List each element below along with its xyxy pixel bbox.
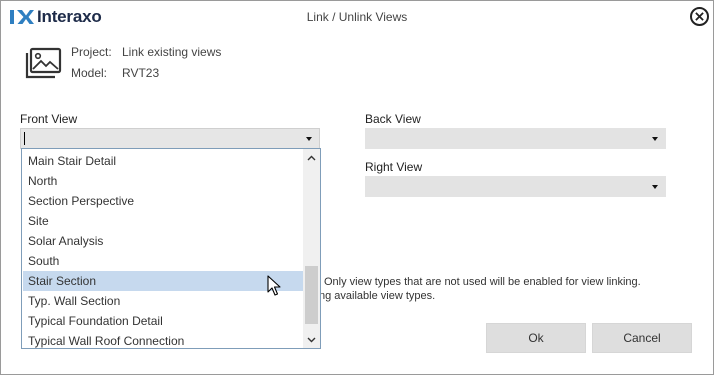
- ok-button[interactable]: Ok: [486, 323, 586, 353]
- dropdown-arrow-icon[interactable]: [306, 137, 312, 141]
- dialog-title: Link / Unlink Views: [306, 10, 408, 24]
- list-item-selected[interactable]: Stair Section: [23, 271, 303, 291]
- scroll-down-button[interactable]: [303, 331, 320, 348]
- right-view-label: Right View: [365, 160, 423, 174]
- link-unlink-views-dialog: Interaxo Link / Unlink Views Project: Li…: [0, 0, 714, 375]
- note-line-2: ng available view types.: [319, 290, 436, 302]
- back-view-label: Back View: [365, 112, 421, 126]
- scroll-thumb[interactable]: [305, 266, 318, 324]
- close-icon: [695, 12, 704, 21]
- dropdown-scrollbar[interactable]: [303, 149, 320, 348]
- dropdown-arrow-icon[interactable]: [652, 137, 658, 141]
- text-caret: [24, 132, 25, 145]
- mouse-pointer-icon: [267, 275, 281, 296]
- list-item[interactable]: South: [23, 251, 303, 271]
- project-value: Link existing views: [122, 45, 222, 59]
- model-label: Model:: [71, 66, 108, 80]
- right-view-combobox[interactable]: [365, 176, 666, 197]
- picture-stack-icon: [25, 47, 62, 79]
- list-item[interactable]: North: [23, 171, 303, 191]
- list-item[interactable]: Typical Foundation Detail: [23, 311, 303, 331]
- back-view-combobox[interactable]: [365, 128, 666, 149]
- model-value: RVT23: [122, 66, 160, 80]
- list-item[interactable]: Solar Analysis: [23, 231, 303, 251]
- cancel-button[interactable]: Cancel: [592, 323, 692, 353]
- dropdown-arrow-icon[interactable]: [652, 185, 658, 189]
- note-line-1: Only view types that are not used will b…: [324, 276, 641, 288]
- chevron-up-icon: [307, 155, 316, 160]
- front-view-label: Front View: [20, 112, 78, 126]
- front-view-combobox[interactable]: [20, 128, 320, 149]
- list-item[interactable]: Main Stair Detail: [23, 151, 303, 171]
- list-item[interactable]: Section Perspective: [23, 191, 303, 211]
- scroll-up-button[interactable]: [303, 149, 320, 166]
- list-item[interactable]: Typ. Wall Section: [23, 291, 303, 311]
- list-item[interactable]: Typical Wall Roof Connection: [23, 331, 303, 348]
- list-item[interactable]: Site: [23, 211, 303, 231]
- chevron-down-icon: [307, 337, 316, 342]
- front-view-dropdown-list[interactable]: Main Stair Detail North Section Perspect…: [21, 148, 321, 349]
- project-label: Project:: [71, 45, 112, 59]
- close-button[interactable]: [690, 7, 709, 26]
